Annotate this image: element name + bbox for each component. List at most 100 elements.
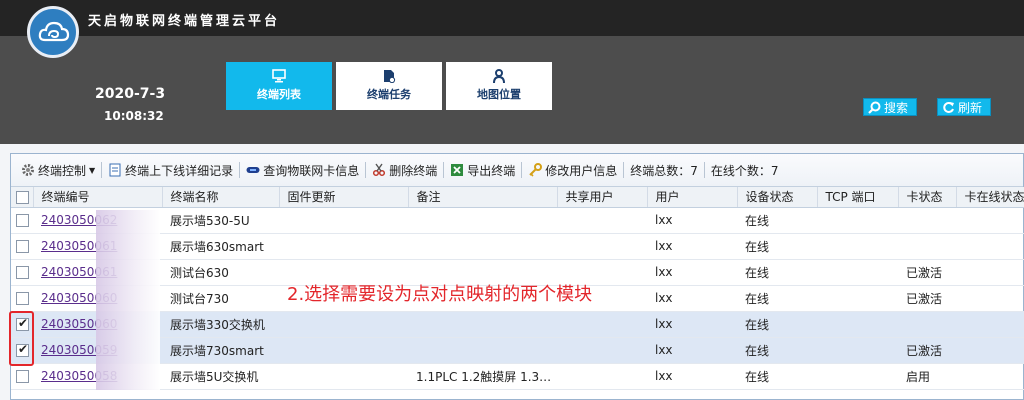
cell-name: 展示墙730smart — [162, 337, 279, 364]
cell-firmware — [279, 233, 408, 260]
cell-share — [557, 363, 647, 390]
query-card-button[interactable]: 查询物联网卡信息 — [242, 162, 363, 179]
tab-terminal-tasks[interactable]: 终端任务 — [336, 62, 442, 110]
cell-note: 1.1PLC 1.2触摸屏 1.3… — [408, 363, 557, 390]
toolbar-divider — [443, 162, 445, 178]
column-header[interactable]: 卡状态 — [898, 187, 957, 208]
cell-card-online — [956, 311, 1024, 338]
tool-label: 查询物联网卡信息 — [263, 163, 360, 178]
online-log-button[interactable]: 终端上下线详细记录 — [104, 162, 237, 179]
cell-user: lxx — [647, 311, 737, 338]
column-header[interactable]: 固件更新 — [279, 187, 409, 208]
column-header[interactable]: 卡在线状态 — [956, 187, 1024, 208]
cell-share — [557, 233, 647, 260]
cell-status: 在线 — [737, 285, 817, 312]
row-select-cell — [11, 259, 33, 286]
cell-name: 展示墙630smart — [162, 233, 279, 260]
column-header[interactable]: 用户 — [647, 187, 738, 208]
cell-status: 在线 — [737, 363, 817, 390]
table-header-row: 终端编号 终端名称 固件更新 备注 共享用户 用户 设备状态 TCP 端口 卡状… — [11, 187, 1024, 208]
delete-terminal-button[interactable]: 删除终端 — [368, 162, 441, 179]
refresh-label: 刷新 — [958, 100, 983, 115]
tool-label: 删除终端 — [389, 163, 438, 178]
cell-card: 启用 — [898, 363, 956, 390]
date-display: 2020-7-3 — [95, 86, 166, 102]
toolbar-divider — [365, 162, 367, 178]
tab-label: 地图位置 — [477, 88, 521, 101]
cell-user: lxx — [647, 285, 737, 312]
redaction-overlay — [96, 210, 160, 390]
cell-card: 已激活 — [898, 285, 956, 312]
person-pin-icon — [493, 69, 505, 83]
tool-label: 终端控制 — [38, 163, 87, 178]
cell-card-online — [956, 285, 1024, 312]
toolbar-divider — [521, 162, 523, 178]
row-checkbox[interactable] — [16, 240, 29, 253]
table-row[interactable]: 2403050062 展示墙530-5U lxx 在线 — [11, 207, 1024, 234]
header: 2020-7-3 10:08:32 终端列表 终端任务 地图位置 搜索 刷新 — [0, 36, 1024, 144]
cell-name: 测试台730 — [162, 285, 279, 312]
cell-card-online — [956, 233, 1024, 260]
edit-user-button[interactable]: 修改用户信息 — [524, 162, 621, 179]
cell-share — [557, 311, 647, 338]
tool-label: 终端上下线详细记录 — [125, 163, 234, 178]
app-title: 天启物联网终端管理云平台 — [88, 14, 281, 29]
cell-tcp — [817, 337, 898, 364]
row-checkbox[interactable] — [16, 370, 29, 383]
cell-card — [898, 233, 956, 260]
column-header[interactable]: 终端名称 — [162, 187, 280, 208]
table-row[interactable]: 2403050061 展示墙630smart lxx 在线 — [11, 233, 1024, 260]
scissors-icon — [373, 163, 386, 177]
cell-user: lxx — [647, 337, 737, 364]
tool-label: 导出终端 — [467, 163, 516, 178]
annotation-highlight-box — [9, 311, 34, 366]
cell-status: 在线 — [737, 207, 817, 234]
row-select-cell — [11, 207, 33, 234]
cell-note — [408, 207, 557, 234]
search-button[interactable]: 搜索 — [863, 98, 918, 116]
cell-status: 在线 — [737, 311, 817, 338]
row-select-cell — [11, 285, 33, 312]
cell-tcp — [817, 259, 898, 286]
search-label: 搜索 — [884, 100, 909, 115]
cell-status: 在线 — [737, 259, 817, 286]
cloud-logo-icon — [27, 6, 79, 58]
cell-card — [898, 311, 956, 338]
cell-user: lxx — [647, 363, 737, 390]
row-checkbox[interactable] — [16, 292, 29, 305]
cell-status: 在线 — [737, 233, 817, 260]
tab-map-location[interactable]: 地图位置 — [446, 62, 552, 110]
table-row[interactable]: 2403050060展示墙330交换机lxx在线 — [11, 311, 1024, 338]
select-all-checkbox[interactable] — [16, 190, 29, 204]
cell-card-online — [956, 363, 1024, 390]
tab-terminal-list[interactable]: 终端列表 — [226, 62, 332, 110]
terminal-panel: 终端控制 ▼ 终端上下线详细记录 查询物联网卡信息 删除终端 导出终端 修改用户… — [10, 153, 1024, 400]
export-terminal-button[interactable]: 导出终端 — [446, 162, 519, 179]
cell-name: 测试台630 — [162, 259, 279, 286]
row-checkbox[interactable] — [16, 214, 29, 227]
row-checkbox[interactable] — [16, 266, 29, 279]
column-header[interactable]: 共享用户 — [557, 187, 648, 208]
cell-firmware — [279, 337, 408, 364]
column-header[interactable]: TCP 端口 — [817, 187, 899, 208]
cell-user: lxx — [647, 207, 737, 234]
toolbar-divider — [703, 162, 705, 178]
column-header[interactable]: 设备状态 — [737, 187, 818, 208]
cell-note — [408, 311, 557, 338]
column-header[interactable]: 备注 — [408, 187, 558, 208]
cell-card: 已激活 — [898, 337, 956, 364]
search-icon — [868, 101, 881, 114]
document-icon — [384, 70, 396, 83]
column-header[interactable]: 终端编号 — [33, 187, 163, 208]
top-bar: 天启物联网终端管理云平台 — [0, 0, 1024, 36]
toolbar-divider — [239, 162, 241, 178]
refresh-button[interactable]: 刷新 — [937, 98, 992, 116]
tool-label: 修改用户信息 — [545, 163, 618, 178]
table-row[interactable]: 2403050059展示墙730smartlxx在线已激活 — [11, 337, 1024, 364]
cell-tcp — [817, 207, 898, 234]
cell-tcp — [817, 363, 898, 390]
table-row[interactable]: 2403050058 展示墙5U交换机 1.1PLC 1.2触摸屏 1.3… lxx 在… — [11, 363, 1024, 390]
cell-card: 已激活 — [898, 259, 956, 286]
annotation-text: 2.选择需要设为点对点映射的两个模块 — [287, 284, 593, 305]
terminal-control-button[interactable]: 终端控制 ▼ — [17, 162, 99, 179]
